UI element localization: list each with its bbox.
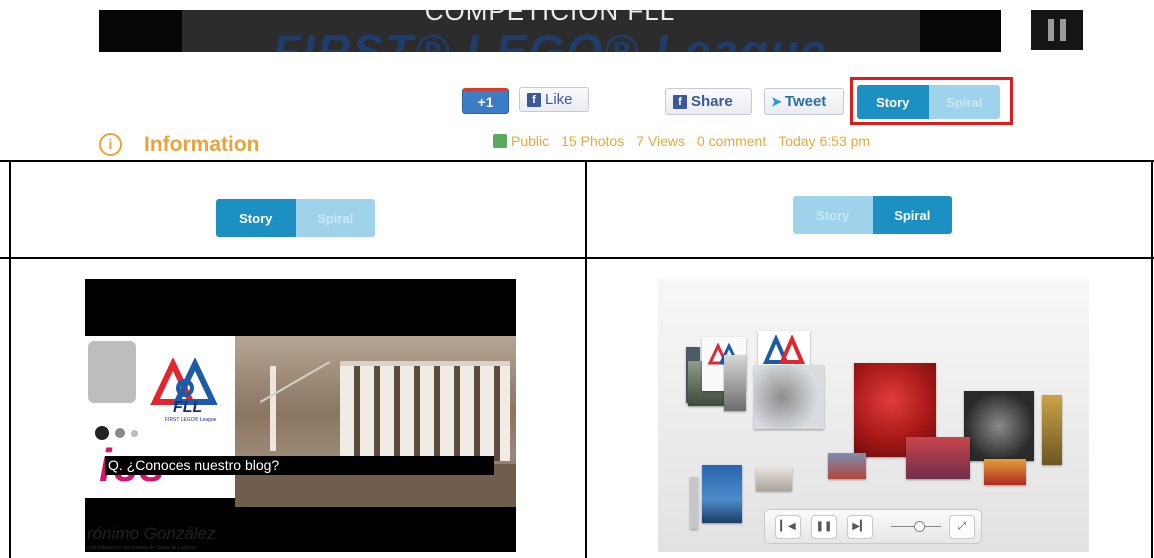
school-building	[340, 366, 510, 461]
comment-count[interactable]: 0 comment	[697, 133, 766, 149]
fll-logo-subtitle: FIRST LEGO® League	[165, 417, 217, 423]
slideshow-banner: COMPETICIÓN FLL FIRST® LEGO® League	[99, 10, 1001, 52]
photo-tile[interactable]	[1042, 395, 1062, 465]
pause-button[interactable]	[1031, 10, 1083, 50]
banner-brand: FIRST® LEGO® League	[272, 25, 828, 52]
photo-tile[interactable]	[690, 477, 698, 529]
photo-tile[interactable]	[984, 459, 1026, 485]
info-icon: i	[99, 133, 122, 156]
skip-forward-icon[interactable]: ▶▎	[847, 515, 873, 539]
fll-logo-icon	[762, 335, 806, 364]
spiral-mode-example-toggle: Story Spiral	[793, 196, 952, 234]
photo-tile[interactable]	[964, 391, 1034, 461]
date-text: Today 6:53 pm	[778, 133, 871, 149]
view-count: 7 Views	[636, 133, 685, 149]
visibility-text: Public	[511, 133, 550, 149]
album-meta: Public 15 Photos 7 Views 0 comment Today…	[493, 133, 882, 149]
photo-tile[interactable]	[724, 355, 746, 411]
school-name: rónimo González	[87, 524, 216, 543]
google-plus-button[interactable]: +1	[462, 88, 509, 114]
facebook-share-button[interactable]: f Share	[665, 88, 752, 115]
spiral-view-button[interactable]: Spiral	[872, 196, 952, 234]
photo-tile[interactable]	[754, 365, 824, 429]
playback-controls: ▎◀ ❚❚ ▶▎ ⤢	[764, 509, 982, 544]
lego-robot-image	[88, 341, 136, 403]
tweet-label: Tweet	[784, 93, 827, 110]
story-view-button[interactable]: Story	[793, 196, 873, 234]
table-border-right	[1151, 160, 1153, 558]
information-heading[interactable]: Information	[144, 133, 260, 157]
story-view-button[interactable]: Story	[216, 199, 296, 237]
photo-tile[interactable]	[702, 465, 742, 523]
skip-back-icon[interactable]: ▎◀	[775, 515, 801, 539]
facebook-icon: f	[527, 92, 541, 107]
table-border-top	[0, 160, 1154, 162]
photo-tile[interactable]	[756, 467, 792, 491]
school-photo	[235, 336, 516, 507]
pause-icon-bar	[1060, 19, 1066, 41]
fullscreen-icon[interactable]: ⤢	[949, 515, 975, 539]
spiral-view-preview[interactable]: ▎◀ ❚❚ ▶▎ ⤢	[658, 279, 1089, 552]
facebook-icon: f	[673, 94, 687, 109]
pause-icon	[1048, 19, 1054, 41]
pause-icon[interactable]: ❚❚	[811, 515, 837, 539]
twitter-bird-icon: ➤	[771, 93, 782, 109]
table-border-mid	[0, 257, 1154, 259]
table-border-center	[585, 160, 587, 558]
tweet-button[interactable]: ➤ Tweet	[764, 88, 844, 115]
highlight-box	[850, 77, 1013, 125]
photo-caption: Q. ¿Conoces nuestro blog?	[105, 456, 494, 475]
photo-tile[interactable]	[906, 437, 970, 479]
photo-count: 15 Photos	[561, 133, 625, 149]
globe-icon	[493, 134, 507, 148]
photo-tile[interactable]	[828, 453, 866, 479]
story-mode-example-toggle: Story Spiral	[216, 199, 375, 237]
story-view-preview[interactable]: FLL FIRST LEGO® League ies rónimo Gonzál…	[85, 279, 516, 552]
like-label: Like	[545, 91, 573, 108]
spiral-view-button[interactable]: Spiral	[295, 199, 375, 237]
facebook-like-button[interactable]: f Like	[519, 87, 589, 112]
share-label: Share	[691, 93, 733, 110]
school-subtitle: o de Educación Secundaria de Santa de La…	[87, 545, 197, 551]
bridge-pylon	[270, 366, 276, 451]
table-border-left	[9, 160, 11, 558]
fll-logo-text: FLL	[173, 399, 203, 416]
zoom-slider-handle[interactable]	[914, 521, 925, 532]
